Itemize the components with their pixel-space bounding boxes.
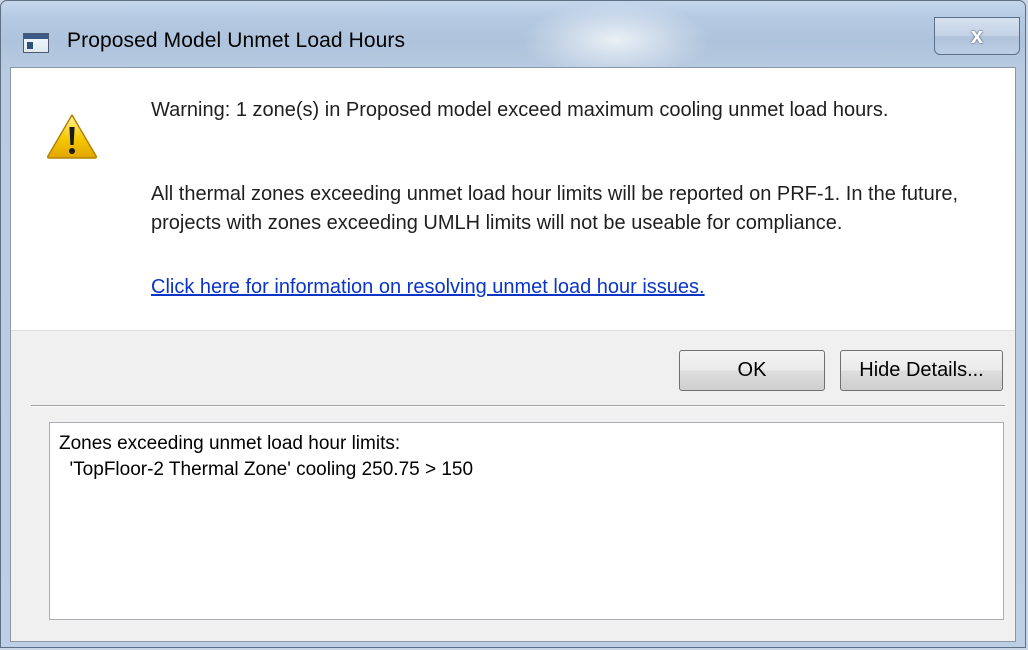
message-area: Warning: 1 zone(s) in Proposed model exc…	[11, 68, 1015, 331]
dialog-window: Proposed Model Unmet Load Hours x Warnin…	[0, 0, 1026, 648]
close-button[interactable]: x	[934, 17, 1020, 55]
hide-details-button[interactable]: Hide Details...	[840, 350, 1003, 391]
details-textbox[interactable]: Zones exceeding unmet load hour limits: …	[49, 422, 1004, 620]
help-link[interactable]: Click here for information on resolving …	[151, 273, 705, 302]
details-heading: Zones exceeding unmet load hour limits:	[59, 433, 401, 454]
title-bar[interactable]: Proposed Model Unmet Load Hours x	[1, 1, 1025, 67]
window-title: Proposed Model Unmet Load Hours	[67, 29, 406, 52]
details-line: 'TopFloor-2 Thermal Zone' cooling 250.75…	[59, 459, 474, 480]
dialog-client-area: Warning: 1 zone(s) in Proposed model exc…	[10, 67, 1016, 642]
app-window-icon	[23, 33, 49, 53]
close-icon: x	[970, 23, 984, 48]
warning-icon	[46, 114, 98, 159]
warning-message: Warning: 1 zone(s) in Proposed model exc…	[151, 99, 889, 121]
info-message: All thermal zones exceeding unmet load h…	[151, 183, 959, 234]
ok-button[interactable]: OK	[679, 350, 825, 391]
details-separator	[31, 405, 1005, 407]
